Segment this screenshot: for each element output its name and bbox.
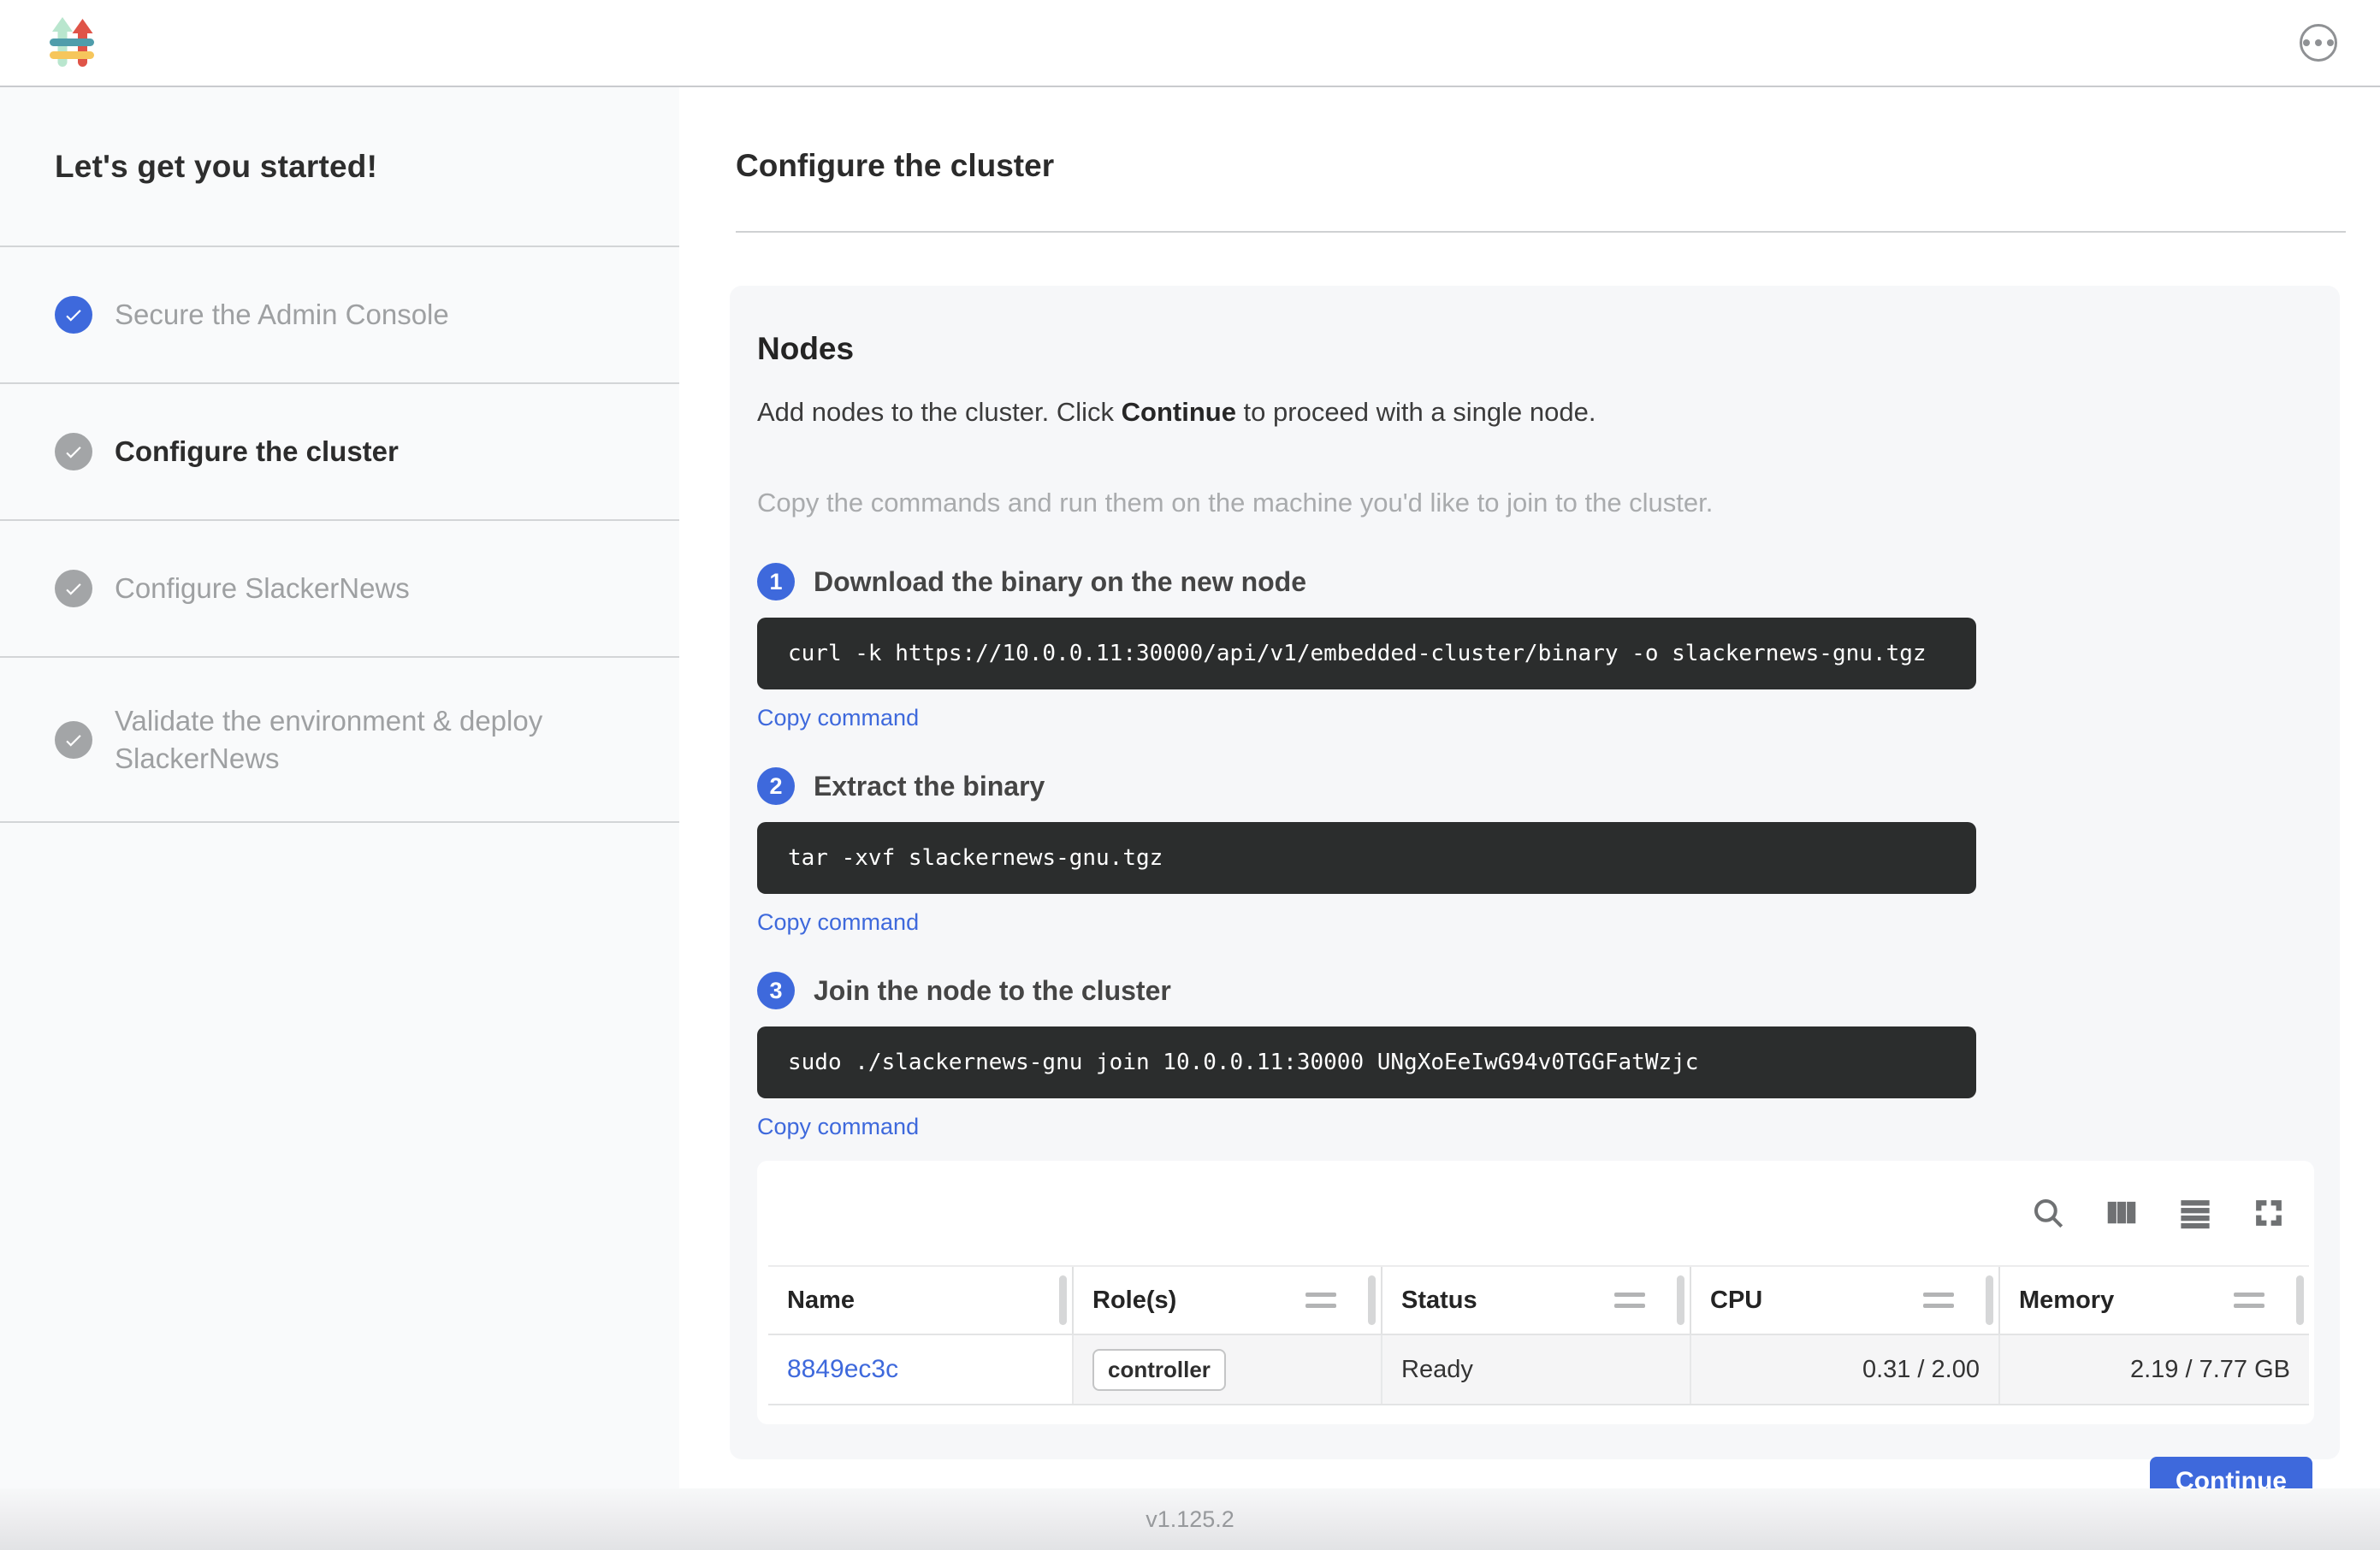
nodes-card-title: Nodes	[757, 330, 2314, 368]
step-complete-check-icon	[55, 296, 92, 334]
more-options-button[interactable]	[2300, 24, 2337, 62]
cell-node-memory: 2.19 / 7.77 GB	[2000, 1335, 2309, 1404]
sidebar-step-label: Validate the environment & deploy Slacke…	[115, 702, 611, 778]
step-2-command-block: tar -xvf slackernews-gnu.tgz	[757, 822, 1976, 894]
cell-node-roles: controller	[1074, 1335, 1382, 1404]
column-resize-handle[interactable]	[1986, 1275, 1993, 1325]
setup-sidebar: Let's get you started! Secure the Admin …	[0, 87, 679, 1488]
column-resize-handle[interactable]	[1368, 1275, 1376, 1325]
column-resize-handle[interactable]	[1677, 1275, 1684, 1325]
main-content: Configure the cluster Nodes Add nodes to…	[679, 87, 2380, 1488]
sidebar-step-label: Configure the cluster	[115, 433, 399, 470]
sidebar-step-validate-deploy[interactable]: Validate the environment & deploy Slacke…	[0, 658, 679, 823]
step-3-number-badge: 3	[757, 972, 795, 1009]
content-shell: Let's get you started! Secure the Admin …	[0, 87, 2380, 1488]
step-pending-check-icon	[55, 433, 92, 470]
sidebar-step-configure-cluster[interactable]: Configure the cluster	[0, 384, 679, 521]
continue-button[interactable]: Continue	[2150, 1457, 2312, 1488]
step-2-header: 2 Extract the binary	[757, 767, 2314, 805]
node-name-link[interactable]: 8849ec3c	[787, 1355, 898, 1384]
ellipsis-icon	[2303, 39, 2334, 46]
step-2-number-badge: 2	[757, 767, 795, 805]
step-1-copy-command-link[interactable]: Copy command	[757, 705, 919, 731]
intro-bold: Continue	[1122, 397, 1236, 427]
card-actions: Continue	[757, 1457, 2314, 1488]
sidebar-step-secure-admin-console[interactable]: Secure the Admin Console	[0, 247, 679, 384]
column-resize-handle[interactable]	[2296, 1275, 2304, 1325]
column-label: CPU	[1710, 1287, 1762, 1315]
column-resize-handle[interactable]	[1059, 1275, 1067, 1325]
intro-prefix: Add nodes to the cluster. Click	[757, 397, 1122, 427]
app-footer: v1.125.2	[0, 1488, 2380, 1550]
sidebar-step-label: Configure SlackerNews	[115, 570, 410, 607]
density-icon[interactable]	[2174, 1192, 2217, 1234]
column-menu-icon[interactable]	[2234, 1293, 2265, 1308]
column-label: Name	[787, 1287, 855, 1315]
nodes-table-header: Name Role(s) Status	[768, 1265, 2309, 1334]
column-header-roles[interactable]: Role(s)	[1074, 1267, 1382, 1334]
sidebar-step-label: Secure the Admin Console	[115, 296, 449, 334]
column-menu-icon[interactable]	[1923, 1293, 1954, 1308]
column-label: Memory	[2019, 1287, 2114, 1315]
step-2-title: Extract the binary	[814, 771, 1045, 802]
intro-suffix: to proceed with a single node.	[1236, 397, 1596, 427]
column-header-name[interactable]: Name	[768, 1267, 1074, 1334]
top-bar	[0, 0, 2380, 87]
sidebar-title: Let's get you started!	[0, 87, 679, 247]
nodes-table-panel: Name Role(s) Status	[757, 1161, 2314, 1424]
step-3-command-block: sudo ./slackernews-gnu join 10.0.0.11:30…	[757, 1026, 1976, 1098]
step-1-header: 1 Download the binary on the new node	[757, 563, 2314, 600]
nodes-card: Nodes Add nodes to the cluster. Click Co…	[730, 286, 2340, 1459]
role-chip: controller	[1092, 1349, 1226, 1391]
step-1-title: Download the binary on the new node	[814, 566, 1306, 598]
copy-hint-text: Copy the commands and run them on the ma…	[757, 488, 2314, 518]
view-columns-icon[interactable]	[2100, 1192, 2143, 1234]
version-label: v1.125.2	[1146, 1506, 1234, 1533]
table-row: 8849ec3c controller Ready 0.31 / 2.00 2.…	[768, 1334, 2309, 1405]
fullscreen-icon[interactable]	[2247, 1192, 2290, 1234]
nodes-table: Name Role(s) Status	[768, 1265, 2309, 1405]
step-pending-check-icon	[55, 721, 92, 759]
column-label: Role(s)	[1092, 1287, 1176, 1315]
column-label: Status	[1401, 1287, 1477, 1315]
cell-node-status: Ready	[1382, 1335, 1691, 1404]
step-1-number-badge: 1	[757, 563, 795, 600]
title-divider	[736, 231, 2346, 233]
cell-node-cpu: 0.31 / 2.00	[1691, 1335, 2000, 1404]
column-header-cpu[interactable]: CPU	[1691, 1267, 2000, 1334]
page-title: Configure the cluster	[736, 147, 2346, 185]
search-icon[interactable]	[2027, 1192, 2069, 1234]
step-3-copy-command-link[interactable]: Copy command	[757, 1114, 919, 1140]
step-1-command-block: curl -k https://10.0.0.11:30000/api/v1/e…	[757, 618, 1976, 689]
cell-node-name: 8849ec3c	[768, 1335, 1074, 1404]
step-3-header: 3 Join the node to the cluster	[757, 972, 2314, 1009]
column-header-status[interactable]: Status	[1382, 1267, 1691, 1334]
nodes-intro-text: Add nodes to the cluster. Click Continue…	[757, 397, 2314, 428]
table-toolbar	[757, 1161, 2314, 1265]
column-header-memory[interactable]: Memory	[2000, 1267, 2309, 1334]
sidebar-step-configure-slackernews[interactable]: Configure SlackerNews	[0, 521, 679, 658]
column-menu-icon[interactable]	[1305, 1293, 1336, 1308]
step-pending-check-icon	[55, 570, 92, 607]
column-menu-icon[interactable]	[1614, 1293, 1645, 1308]
step-3-title: Join the node to the cluster	[814, 975, 1171, 1007]
slackernews-logo-icon	[50, 17, 94, 68]
step-2-copy-command-link[interactable]: Copy command	[757, 909, 919, 936]
